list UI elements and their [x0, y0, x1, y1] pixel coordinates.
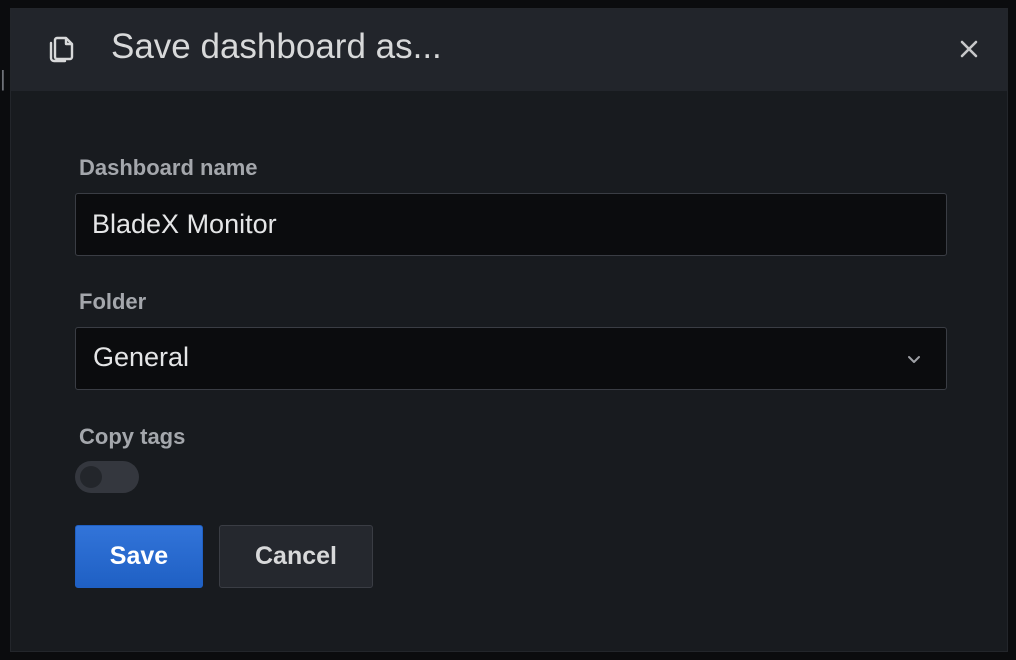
folder-label: Folder — [79, 289, 147, 314]
save-as-dialog: Save dashboard as... Dashboard name Fold… — [10, 8, 1008, 652]
dashboard-name-label: Dashboard name — [79, 155, 258, 180]
dialog-header: Save dashboard as... — [11, 9, 1007, 91]
folder-select[interactable]: General — [75, 327, 947, 390]
cancel-button[interactable]: Cancel — [219, 525, 373, 588]
folder-selected-value: General — [93, 342, 190, 372]
copy-icon — [47, 33, 77, 63]
toggle-knob — [80, 466, 102, 488]
dashboard-name-input[interactable] — [75, 193, 947, 256]
save-button[interactable]: Save — [75, 525, 203, 588]
close-button[interactable] — [951, 31, 987, 67]
copy-tags-toggle[interactable] — [75, 461, 139, 493]
copy-tags-label: Copy tags — [79, 424, 186, 449]
chevron-down-icon — [908, 356, 920, 363]
background-partial-glyph: | — [0, 66, 6, 91]
close-icon — [960, 40, 978, 58]
dialog-title: Save dashboard as... — [111, 27, 442, 66]
